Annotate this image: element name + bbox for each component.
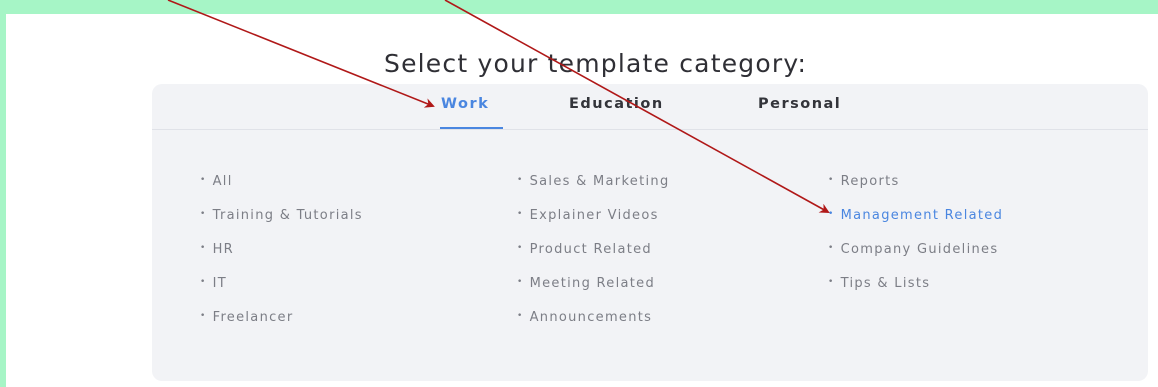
annotation-arrows: [167, 0, 830, 213]
arrow-to-work-tab: [167, 0, 435, 108]
arrow-to-management-related: [444, 0, 830, 213]
